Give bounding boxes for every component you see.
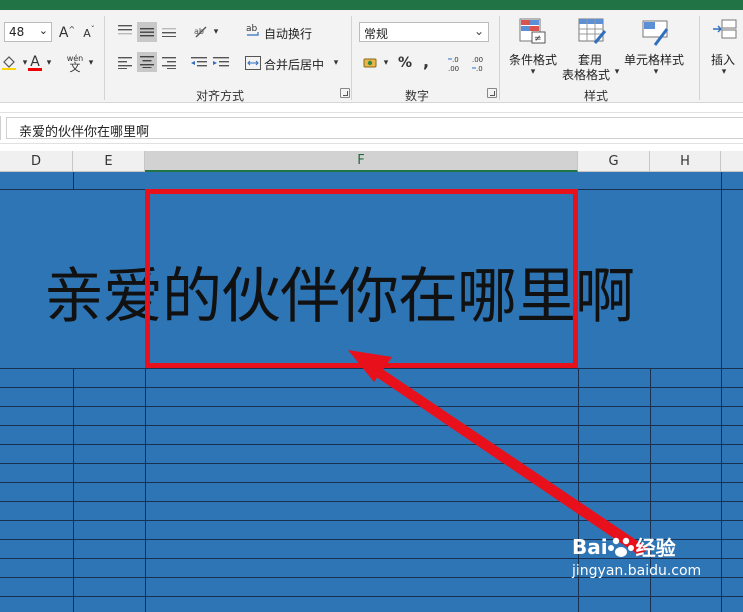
annotation-arrow — [348, 350, 648, 556]
watermark-brand: Bai — [572, 534, 608, 559]
watermark-brand2: 经验 — [635, 536, 676, 560]
watermark-url: jingyan.baidu.com — [572, 563, 702, 579]
watermark: Bai 经验 jingyan.baidu.com — [572, 532, 702, 580]
paw-icon — [607, 537, 634, 557]
